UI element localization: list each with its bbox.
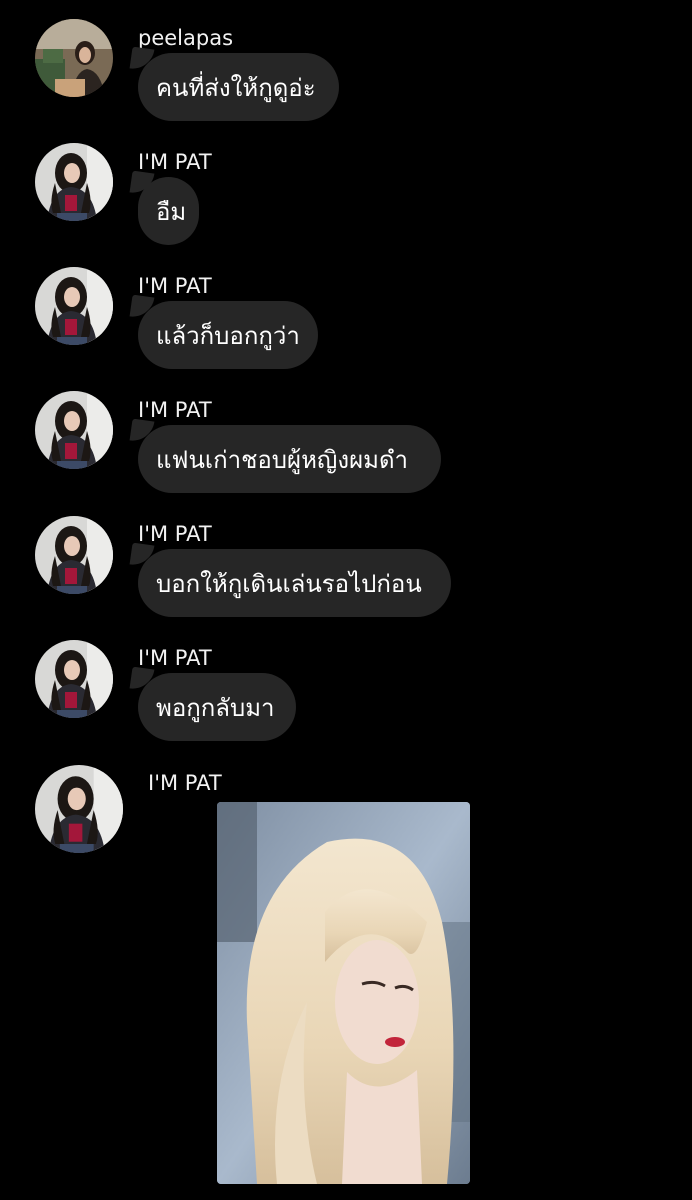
avatar[interactable] [35,640,113,718]
sender-name: I'M PAT [148,771,222,795]
sender-name: I'M PAT [138,398,212,422]
message-bubble[interactable]: บอกให้กูเดินเล่นรอไปก่อน [138,549,451,617]
sender-name: I'M PAT [138,646,212,670]
sender-name: I'M PAT [138,522,212,546]
sender-name: I'M PAT [138,274,212,298]
avatar[interactable] [35,143,113,221]
message-photo[interactable] [217,802,470,1184]
message-bubble[interactable]: อืม [138,177,199,245]
message-bubble[interactable]: คนที่ส่งให้กูดูอ่ะ [138,53,339,121]
chat-thread: peelapas คนที่ส่งให้กูดูอ่ะ I'M PAT อืม [0,0,692,1200]
avatar[interactable] [35,391,113,469]
avatar[interactable] [35,516,113,594]
message-bubble[interactable]: พอกูกลับมา [138,673,296,741]
avatar[interactable] [35,19,113,97]
sender-name: peelapas [138,26,234,50]
avatar[interactable] [35,267,113,345]
avatar[interactable] [35,765,123,853]
message-bubble[interactable]: แฟนเก่าชอบผู้หญิงผมดำ [138,425,441,493]
message-bubble[interactable]: แล้วก็บอกกูว่า [138,301,318,369]
sender-name: I'M PAT [138,150,212,174]
